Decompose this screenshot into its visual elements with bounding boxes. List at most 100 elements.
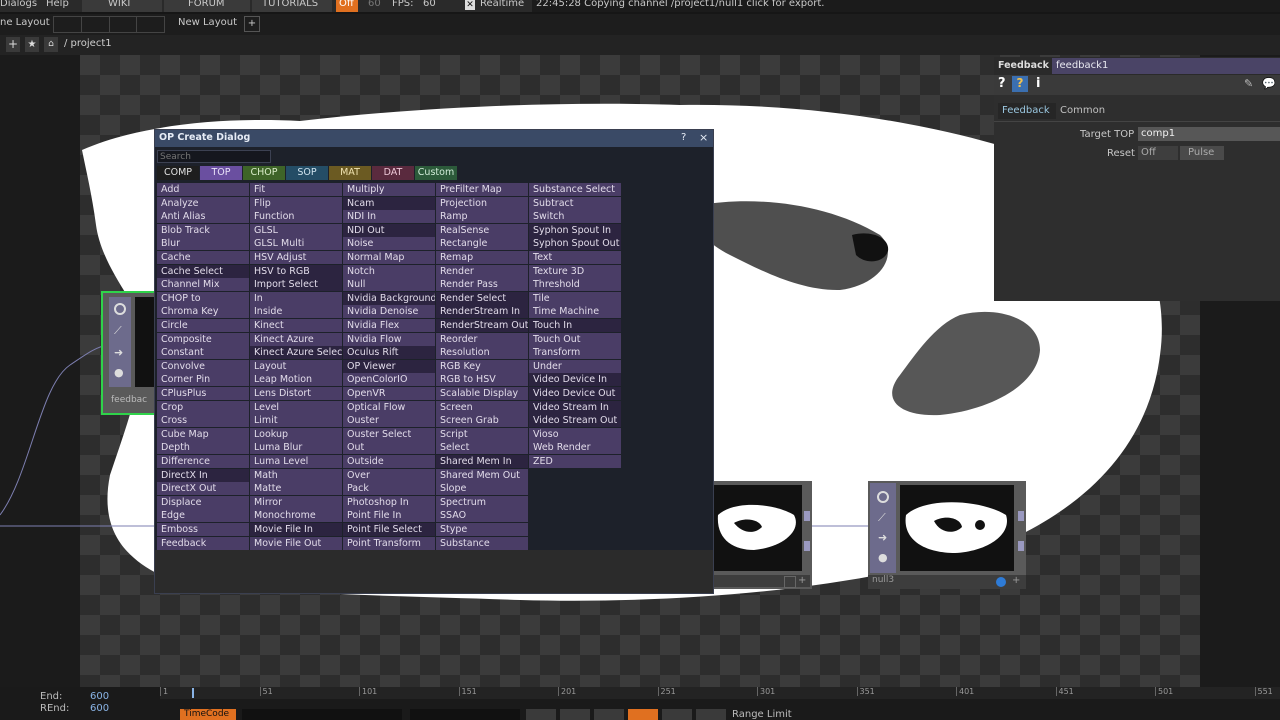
operator-item[interactable]: Spectrum xyxy=(436,495,528,509)
tab-custom[interactable]: Custom xyxy=(415,166,457,180)
operator-item[interactable]: Nvidia Flow xyxy=(343,332,435,346)
operator-item[interactable]: Edge xyxy=(157,509,249,523)
tab-top[interactable]: TOP xyxy=(200,166,242,180)
operator-item[interactable]: Level xyxy=(250,400,342,414)
plus-icon[interactable]: + xyxy=(6,37,20,52)
operator-item[interactable]: Shared Mem In xyxy=(436,455,528,468)
operator-item[interactable]: Anti Alias xyxy=(157,210,249,224)
operator-item[interactable]: Displace xyxy=(157,495,249,509)
operator-item[interactable]: NDI In xyxy=(343,210,435,224)
operator-item[interactable]: RenderStream Out xyxy=(436,319,528,332)
operator-item[interactable]: Stype xyxy=(436,523,528,536)
operator-item[interactable]: Text xyxy=(529,251,621,264)
operator-item[interactable]: Tile xyxy=(529,291,621,305)
operator-item[interactable]: Kinect xyxy=(250,319,342,332)
node-flag-dot[interactable] xyxy=(996,577,1006,587)
operator-item[interactable]: Reorder xyxy=(436,332,528,346)
operator-item[interactable]: In xyxy=(250,291,342,305)
operator-item[interactable]: CPlusPlus xyxy=(157,387,249,400)
layout-preset-1[interactable] xyxy=(54,17,82,32)
search-input[interactable] xyxy=(157,150,271,163)
tab-feedback[interactable]: Feedback xyxy=(998,103,1056,119)
tab-common[interactable]: Common xyxy=(1060,105,1105,116)
operator-item[interactable]: Lens Distort xyxy=(250,387,342,400)
operator-item[interactable]: RenderStream In xyxy=(436,305,528,319)
operator-item[interactable]: Monochrome xyxy=(250,509,342,523)
operator-item[interactable]: Subtract xyxy=(529,196,621,210)
operator-item[interactable]: Cache xyxy=(157,251,249,264)
network-path[interactable]: / project1 xyxy=(64,38,112,49)
operator-item[interactable]: Touch In xyxy=(529,319,621,332)
operator-item[interactable]: Optical Flow xyxy=(343,400,435,414)
wiki-button[interactable]: WIKI xyxy=(82,0,162,12)
operator-item[interactable]: Lookup xyxy=(250,427,342,441)
operator-item[interactable]: Constant xyxy=(157,346,249,360)
operator-item[interactable]: Touch Out xyxy=(529,332,621,346)
output-connector[interactable] xyxy=(1018,541,1024,551)
operator-item[interactable]: Difference xyxy=(157,455,249,468)
playhead[interactable] xyxy=(192,688,194,698)
end-value[interactable]: 600 xyxy=(90,691,109,702)
operator-item[interactable]: Mirror xyxy=(250,495,342,509)
operator-item[interactable]: RealSense xyxy=(436,223,528,237)
operator-item[interactable]: Normal Map xyxy=(343,251,435,264)
operator-item[interactable]: OP Viewer xyxy=(343,359,435,373)
tab-comp[interactable]: COMP xyxy=(157,166,199,180)
operator-item[interactable]: Notch xyxy=(343,264,435,278)
operator-item[interactable]: Chroma Key xyxy=(157,305,249,319)
operator-item[interactable]: ZED xyxy=(529,455,621,468)
lock-icon[interactable]: ● xyxy=(114,367,126,379)
operator-item[interactable]: Transform xyxy=(529,346,621,360)
op-name-field[interactable]: feedback1 xyxy=(1052,58,1280,74)
operator-item[interactable]: DirectX In xyxy=(157,468,249,482)
pulse-button[interactable]: Pulse xyxy=(1180,146,1224,160)
node-viewer-toggles[interactable]: ⟋ ➜ ● xyxy=(870,483,896,573)
timecode-field[interactable] xyxy=(242,709,402,720)
comment-icon[interactable]: 💬 xyxy=(1262,77,1276,90)
operator-item[interactable]: Point File Select xyxy=(343,523,435,536)
null3-node[interactable]: ⟋ ➜ ● null3 + xyxy=(868,481,1026,589)
help-icon[interactable]: ? xyxy=(998,76,1006,91)
operator-item[interactable]: GLSL Multi xyxy=(250,237,342,251)
operator-item[interactable]: Luma Blur xyxy=(250,441,342,455)
output-connector[interactable] xyxy=(1018,511,1024,521)
operator-item[interactable]: Vioso xyxy=(529,427,621,441)
operator-item[interactable]: RGB to HSV xyxy=(436,373,528,387)
operator-item[interactable]: GLSL xyxy=(250,223,342,237)
operator-item[interactable]: Convolve xyxy=(157,359,249,373)
operator-item[interactable]: Function xyxy=(250,210,342,224)
operator-item[interactable]: Import Select xyxy=(250,278,342,292)
operator-item[interactable]: Video Stream In xyxy=(529,400,621,414)
python-help-icon[interactable]: ? xyxy=(1012,76,1028,92)
operator-item[interactable]: CHOP to xyxy=(157,291,249,305)
operator-item[interactable]: Ouster xyxy=(343,414,435,428)
operator-item[interactable]: Movie File In xyxy=(250,523,342,536)
operator-item[interactable]: HSV to RGB xyxy=(250,264,342,278)
operator-item[interactable]: Pack xyxy=(343,482,435,496)
operator-item[interactable]: RGB Key xyxy=(436,359,528,373)
viewer-icon[interactable] xyxy=(114,303,126,315)
timeline-ruler[interactable] xyxy=(160,687,1280,699)
operator-item[interactable]: Ncam xyxy=(343,196,435,210)
dialog-title-bar[interactable]: OP Create Dialog ? × xyxy=(155,130,713,147)
operator-item[interactable]: Point File In xyxy=(343,509,435,523)
rend-value[interactable]: 600 xyxy=(90,703,109,714)
operator-item[interactable]: Point Transform xyxy=(343,536,435,550)
operator-item[interactable]: DirectX Out xyxy=(157,482,249,496)
layout-presets[interactable] xyxy=(53,16,165,33)
operator-item[interactable]: Movie File Out xyxy=(250,536,342,550)
operator-item[interactable]: Photoshop In xyxy=(343,495,435,509)
edit-icon[interactable]: ✎ xyxy=(1244,77,1253,90)
perform-toggle[interactable]: Off xyxy=(336,0,358,12)
operator-item[interactable]: Syphon Spout In xyxy=(529,223,621,237)
operator-item[interactable]: Select xyxy=(436,441,528,455)
operator-item[interactable]: PreFilter Map xyxy=(436,183,528,196)
operator-item[interactable]: Remap xyxy=(436,251,528,264)
operator-item[interactable]: Channel Mix xyxy=(157,278,249,292)
layout-preset-3[interactable] xyxy=(110,17,138,32)
operator-item[interactable]: OpenVR xyxy=(343,387,435,400)
operator-item[interactable]: Render xyxy=(436,264,528,278)
operator-item[interactable]: Shared Mem Out xyxy=(436,468,528,482)
operator-item[interactable]: Nvidia Denoise xyxy=(343,305,435,319)
node-flag-box[interactable] xyxy=(784,576,796,588)
